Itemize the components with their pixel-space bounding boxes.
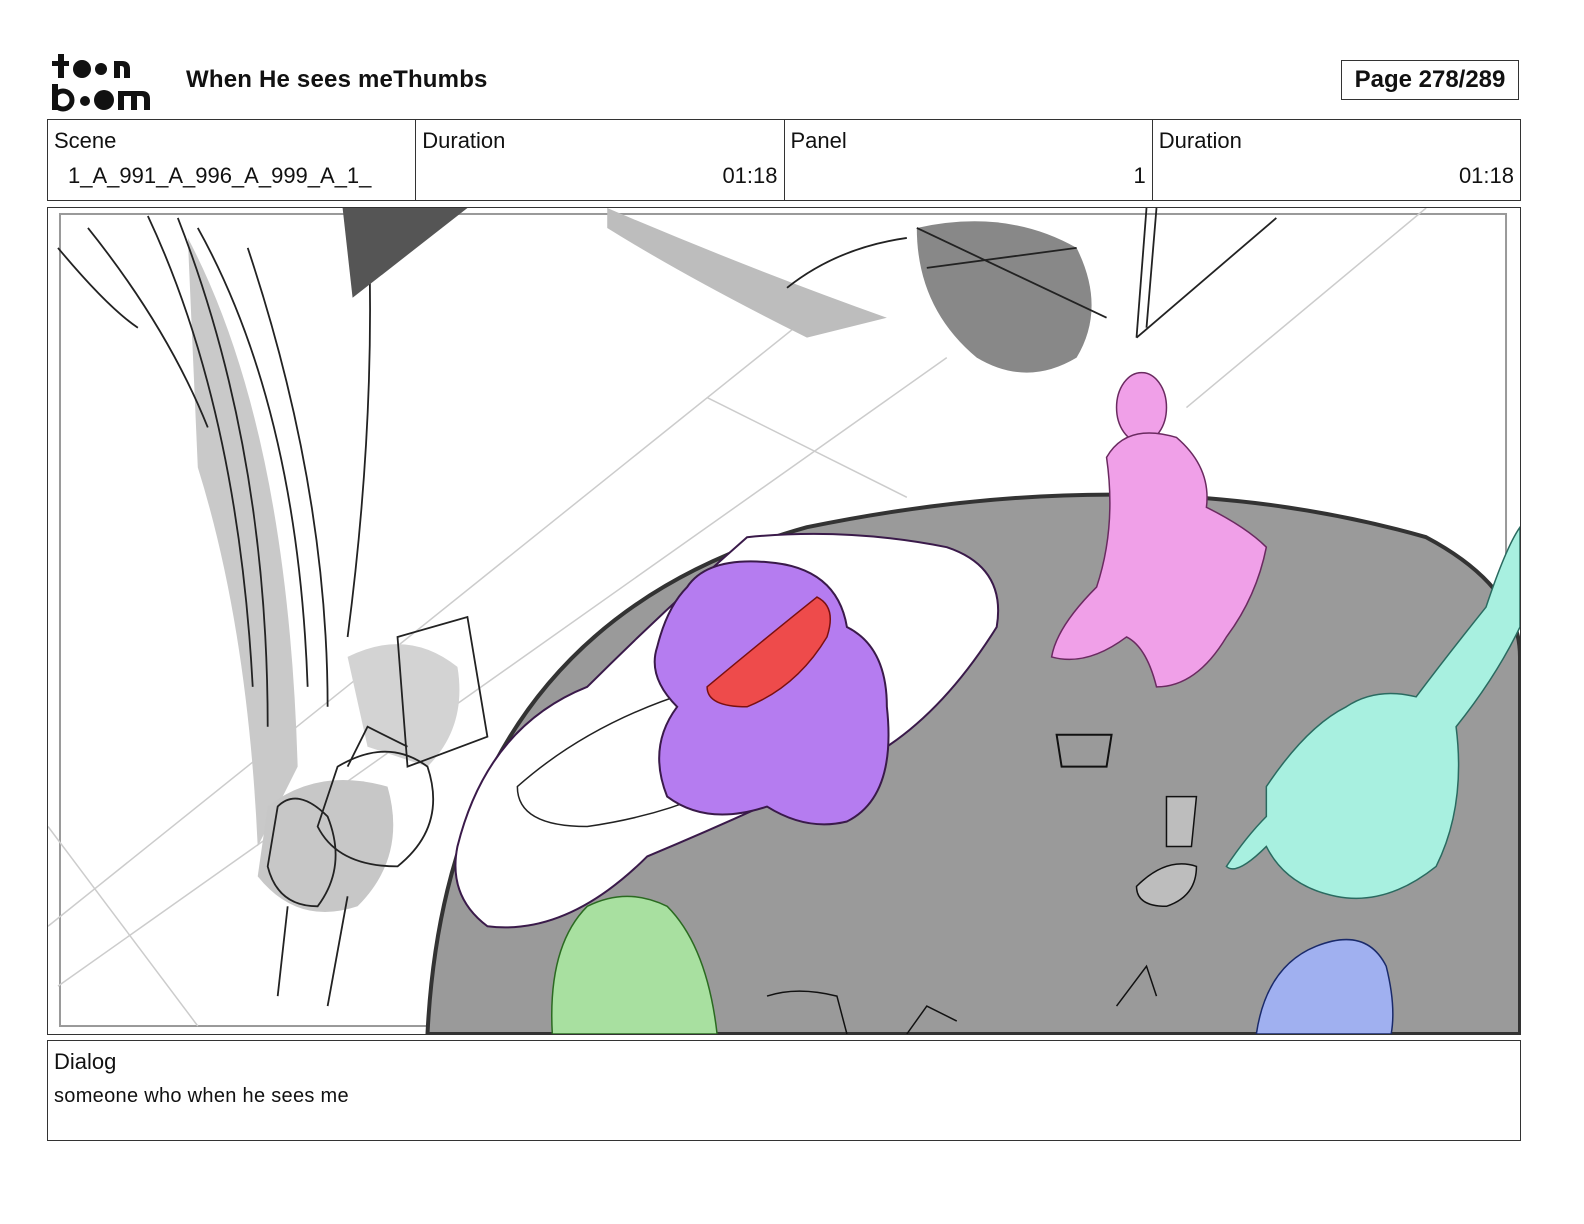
scene-cell: Scene 1_A_991_A_996_A_999_A_1_ — [48, 120, 417, 200]
scene-duration-cell: Duration 01:18 — [416, 120, 785, 200]
panel-value: 1 — [1133, 163, 1146, 188]
page-indicator: Page 278/289 — [1341, 60, 1519, 100]
dialog-box: Dialog someone who when he sees me — [47, 1040, 1521, 1141]
scene-label: Scene — [54, 128, 117, 153]
scene-duration-label: Duration — [422, 128, 506, 153]
panel-duration-value: 01:18 — [1458, 163, 1514, 188]
scene-duration-value: 01:18 — [722, 163, 778, 188]
dialog-label: Dialog — [54, 1049, 117, 1074]
storyboard-panel — [47, 207, 1521, 1035]
scene-value: 1_A_991_A_996_A_999_A_1_ — [68, 163, 372, 188]
page-label: Page 278/289 — [1354, 66, 1506, 93]
storyboard-sketch-image — [48, 208, 1520, 1034]
toon-boom-logo — [51, 52, 164, 112]
curtain-sketch — [57, 208, 371, 847]
panel-cell: Panel 1 — [785, 120, 1153, 200]
panel-label: Panel — [790, 128, 847, 153]
panel-duration-cell: Duration 01:18 — [1153, 120, 1520, 200]
toon-boom-logo-icon — [51, 54, 150, 112]
upper-props — [342, 208, 1277, 373]
dialog-text: someone who when he sees me — [54, 1085, 349, 1107]
scene-info-table: Scene 1_A_991_A_996_A_999_A_1_ Duration … — [47, 119, 1521, 201]
panel-duration-label: Duration — [1158, 128, 1242, 153]
project-title: When He sees meThumbs — [186, 66, 488, 93]
